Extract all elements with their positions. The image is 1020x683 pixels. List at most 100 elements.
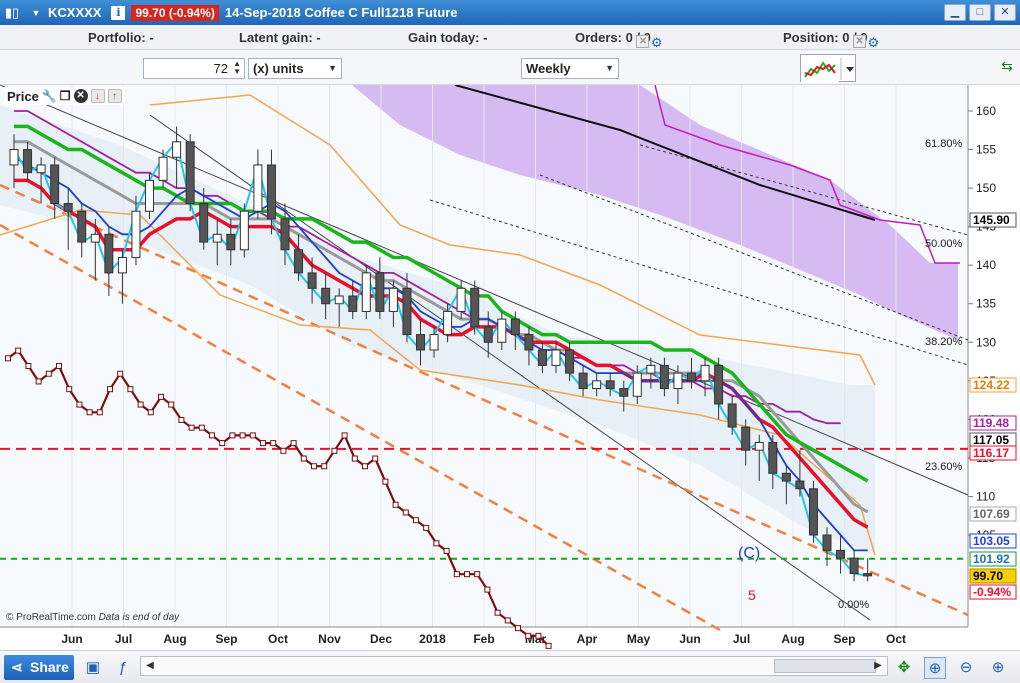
candle bbox=[117, 256, 127, 274]
chikou-marker bbox=[86, 409, 93, 416]
spinner-arrows-icon[interactable]: ▲ ▼ bbox=[233, 60, 241, 76]
orders-cancel-icon[interactable]: ✕ bbox=[636, 35, 650, 48]
chikou-marker bbox=[270, 440, 277, 447]
share-button[interactable]: ⋖ Share bbox=[4, 655, 74, 680]
x-tick-label: Oct bbox=[886, 632, 906, 646]
candle bbox=[687, 372, 696, 382]
x-tick-label: Jun bbox=[61, 632, 82, 646]
time-scrollbar[interactable]: ◀ ▶ bbox=[140, 656, 888, 676]
gain-today-label: Gain today: - bbox=[408, 30, 488, 45]
chart-style-icon bbox=[801, 55, 854, 83]
duplicate-icon[interactable]: ❐ bbox=[60, 89, 71, 103]
chikou-marker bbox=[382, 478, 389, 485]
chikou-marker bbox=[515, 625, 521, 632]
chart-candles-icon[interactable]: ▮▯ bbox=[4, 5, 20, 21]
side-panel-toggle-icon[interactable]: ⇆ bbox=[997, 58, 1017, 82]
chikou-marker bbox=[198, 424, 205, 431]
info-icon[interactable]: i bbox=[111, 5, 126, 20]
position-gear-icon[interactable]: ⚙ bbox=[868, 35, 880, 51]
chikou-marker bbox=[5, 355, 11, 362]
wrench-icon[interactable]: 🔧 bbox=[42, 89, 57, 103]
price-tag-text: -0.94% bbox=[973, 585, 1011, 599]
orders-gear-icon[interactable]: ⚙ bbox=[651, 35, 663, 51]
cursor-tool-icon[interactable]: ✥ bbox=[893, 657, 915, 679]
x-tick-label: Oct bbox=[268, 632, 288, 646]
drawing-tools-icon[interactable]: ▣ bbox=[82, 657, 104, 679]
chikou-marker bbox=[484, 586, 491, 593]
scroll-right-icon[interactable]: ▶ bbox=[870, 658, 886, 674]
price-chart[interactable]: 160155150145140135130125120115110105JunJ… bbox=[0, 85, 1020, 650]
close-button[interactable]: ✕ bbox=[994, 4, 1016, 21]
x-tick-label: Nov bbox=[318, 632, 341, 646]
orders-group: Orders: 0 ✕ / 0 ⚙ bbox=[575, 30, 663, 50]
units-spinner[interactable]: 72 ▲ ▼ bbox=[143, 58, 245, 79]
candle bbox=[632, 372, 642, 397]
chikou-marker bbox=[545, 642, 552, 649]
x-tick-label: Feb bbox=[473, 632, 494, 646]
y-tick-label: 160 bbox=[976, 104, 996, 118]
move-down-icon[interactable]: ↓ bbox=[90, 89, 105, 103]
price-tag: 124.22 bbox=[969, 377, 1017, 393]
x-tick-label: Aug bbox=[163, 632, 186, 646]
price-tag-text: 103.05 bbox=[973, 534, 1010, 548]
wave-label-5: 5 bbox=[748, 587, 756, 603]
units-select-label: (x) units bbox=[253, 61, 304, 76]
zoom-in-icon[interactable]: ⊕ bbox=[987, 657, 1009, 679]
chikou-marker bbox=[413, 517, 419, 524]
chikou-marker bbox=[127, 386, 134, 393]
candle bbox=[199, 203, 209, 243]
chikou-marker bbox=[249, 432, 256, 439]
candle bbox=[808, 488, 818, 536]
minimize-button[interactable]: ▁ bbox=[944, 4, 966, 21]
scroll-left-icon[interactable]: ◀ bbox=[142, 658, 158, 674]
candle bbox=[795, 480, 805, 490]
units-value: 72 bbox=[213, 61, 228, 76]
indicator-icon[interactable]: ƒ bbox=[112, 657, 134, 679]
y-tick-label: 130 bbox=[976, 335, 996, 349]
y-tick-label: 155 bbox=[976, 143, 996, 157]
candle bbox=[50, 164, 60, 205]
window-buttons: ▁ □ ✕ bbox=[944, 4, 1016, 21]
x-tick-label: Apr bbox=[577, 632, 598, 646]
close-panel-icon[interactable]: ✕ bbox=[73, 89, 88, 103]
price-tag-text: 119.48 bbox=[973, 416, 1009, 430]
share-label: Share bbox=[30, 659, 69, 675]
zoom-out-icon[interactable]: ⊖ bbox=[955, 657, 977, 679]
maximize-button[interactable]: □ bbox=[969, 4, 991, 21]
fib-label: 0.00% bbox=[838, 599, 869, 611]
fib-label: 23.60% bbox=[925, 461, 963, 473]
chikou-marker bbox=[280, 447, 287, 454]
position-cancel-icon[interactable]: ✕ bbox=[853, 35, 867, 48]
move-up-icon[interactable]: ↑ bbox=[107, 89, 122, 103]
candle bbox=[375, 272, 385, 312]
price-tag-text: 116.17 bbox=[973, 446, 1009, 460]
zoom-box-icon[interactable]: ⊕ bbox=[924, 657, 946, 679]
chevron-down-icon[interactable]: ▼ bbox=[28, 5, 44, 21]
price-tag: 99.70 bbox=[969, 568, 1017, 584]
price-tag: -0.94% bbox=[969, 584, 1017, 600]
timeframe-select[interactable]: Weekly ▼ bbox=[521, 58, 619, 79]
chart-style-button[interactable] bbox=[800, 54, 856, 83]
scroll-thumb[interactable] bbox=[774, 659, 876, 673]
candle bbox=[172, 141, 182, 158]
chart-controls-row: 72 ▲ ▼ (x) units ▼ Weekly ▼ bbox=[0, 50, 1020, 85]
candle bbox=[754, 441, 764, 451]
chikou-marker bbox=[178, 416, 185, 423]
chikou-marker bbox=[402, 509, 409, 516]
latent-gain-label: Latent gain: - bbox=[239, 30, 321, 45]
units-select[interactable]: (x) units ▼ bbox=[248, 58, 342, 79]
chikou-marker bbox=[15, 347, 22, 354]
candle bbox=[185, 141, 195, 205]
chikou-marker bbox=[147, 409, 154, 416]
candle bbox=[537, 349, 547, 366]
chikou-marker bbox=[341, 432, 348, 439]
candle bbox=[348, 295, 358, 312]
candle bbox=[822, 534, 832, 551]
y-tick-label: 135 bbox=[976, 297, 996, 311]
chikou-marker bbox=[504, 617, 511, 624]
chikou-marker bbox=[137, 401, 144, 408]
x-tick-label: Jun bbox=[679, 632, 700, 646]
candle bbox=[334, 295, 344, 305]
candle bbox=[659, 364, 669, 390]
symbol-label[interactable]: KCXXXX bbox=[48, 5, 101, 20]
